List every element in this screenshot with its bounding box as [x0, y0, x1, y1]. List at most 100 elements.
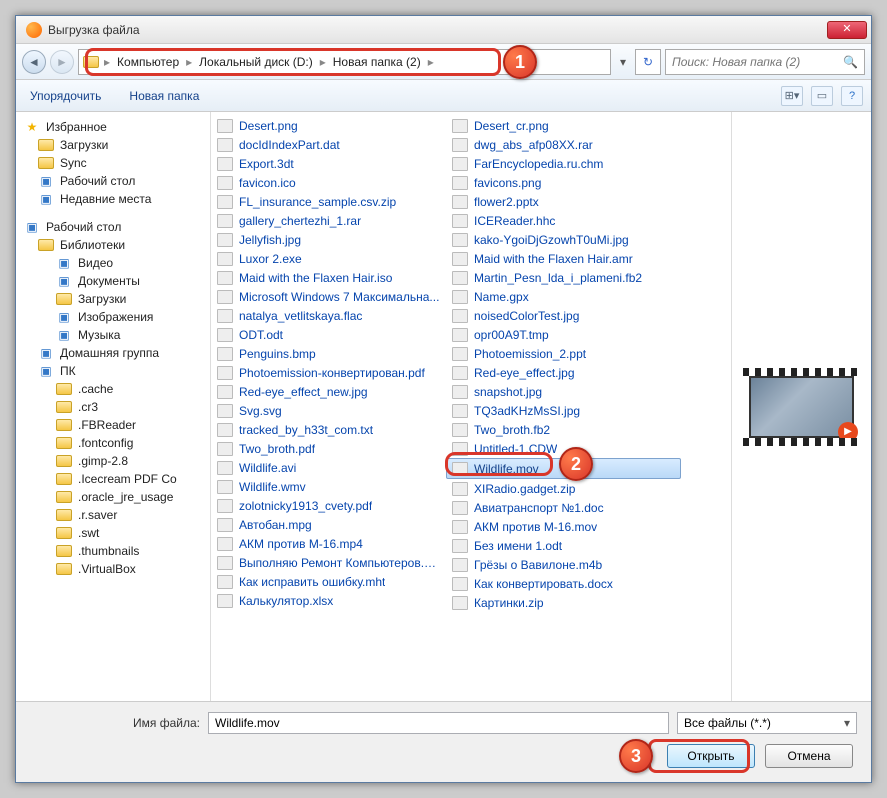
- refresh-button[interactable]: ↻: [635, 49, 661, 75]
- new-folder-button[interactable]: Новая папка: [123, 85, 205, 107]
- file-item[interactable]: Martin_Pesn_lda_i_plameni.fb2: [446, 268, 681, 287]
- file-item[interactable]: Maid with the Flaxen Hair.iso: [211, 268, 446, 287]
- breadcrumb-segment[interactable]: Локальный диск (D:): [195, 53, 317, 71]
- sidebar[interactable]: ★ИзбранноеЗагрузкиSync▣Рабочий стол▣Неда…: [16, 112, 211, 701]
- file-item[interactable]: ICEReader.hhc: [446, 211, 681, 230]
- file-item[interactable]: Untitled-1.CDW: [446, 439, 681, 458]
- file-item[interactable]: Microsoft Windows 7 Максимальна...: [211, 287, 446, 306]
- sidebar-item[interactable]: .cr3: [20, 398, 206, 416]
- file-item[interactable]: Name.gpx: [446, 287, 681, 306]
- file-item[interactable]: Wildlife.wmv: [211, 477, 446, 496]
- search-input[interactable]: [672, 55, 843, 69]
- sidebar-item[interactable]: ▣Домашняя группа: [20, 344, 206, 362]
- file-list[interactable]: Desert.pngdocIdIndexPart.datExport.3dtfa…: [211, 112, 731, 701]
- sidebar-item[interactable]: ▣Недавние места: [20, 190, 206, 208]
- help-button[interactable]: ?: [841, 86, 863, 106]
- close-button[interactable]: ✕: [827, 21, 867, 39]
- sidebar-item[interactable]: ▣Изображения: [20, 308, 206, 326]
- file-item[interactable]: opr00A9T.tmp: [446, 325, 681, 344]
- file-item[interactable]: Без имени 1.odt: [446, 536, 681, 555]
- sidebar-item[interactable]: .VirtualBox: [20, 560, 206, 578]
- file-item[interactable]: Red-eye_effect.jpg: [446, 363, 681, 382]
- file-item[interactable]: АКМ против М-16.mov: [446, 517, 681, 536]
- sidebar-item[interactable]: Загрузки: [20, 136, 206, 154]
- sidebar-item[interactable]: .r.saver: [20, 506, 206, 524]
- sidebar-item[interactable]: Sync: [20, 154, 206, 172]
- file-item[interactable]: TQ3adKHzMsSI.jpg: [446, 401, 681, 420]
- breadcrumb-segment[interactable]: Новая папка (2): [329, 53, 425, 71]
- file-item[interactable]: Export.3dt: [211, 154, 446, 173]
- sidebar-item[interactable]: .gimp-2.8: [20, 452, 206, 470]
- file-item[interactable]: Выполняю Ремонт Компьютеров.png: [211, 553, 446, 572]
- titlebar[interactable]: Выгрузка файла ✕: [16, 16, 871, 44]
- file-item[interactable]: Как исправить ошибку.mht: [211, 572, 446, 591]
- file-item[interactable]: docIdIndexPart.dat: [211, 135, 446, 154]
- file-item[interactable]: favicon.ico: [211, 173, 446, 192]
- file-item[interactable]: Svg.svg: [211, 401, 446, 420]
- open-button[interactable]: Открыть: [667, 744, 755, 768]
- sidebar-item[interactable]: .Icecream PDF Co: [20, 470, 206, 488]
- forward-button[interactable]: ►: [50, 50, 74, 74]
- address-bar[interactable]: ▸Компьютер▸Локальный диск (D:)▸Новая пап…: [78, 49, 611, 75]
- file-item[interactable]: Photoemission-конвертирован.pdf: [211, 363, 446, 382]
- file-item[interactable]: zolotnicky1913_cvety.pdf: [211, 496, 446, 515]
- sidebar-item[interactable]: ▣ПК: [20, 362, 206, 380]
- breadcrumb-segment[interactable]: Компьютер: [113, 53, 183, 71]
- file-type-combo[interactable]: Все файлы (*.*) ▾: [677, 712, 857, 734]
- view-options-button[interactable]: ⊞▾: [781, 86, 803, 106]
- sidebar-item[interactable]: ▣Документы: [20, 272, 206, 290]
- sidebar-item[interactable]: .fontconfig: [20, 434, 206, 452]
- file-item[interactable]: Грёзы о Вавилоне.m4b: [446, 555, 681, 574]
- file-item[interactable]: Картинки.zip: [446, 593, 681, 612]
- filename-input[interactable]: [208, 712, 669, 734]
- file-item[interactable]: Калькулятор.xlsx: [211, 591, 446, 610]
- file-item[interactable]: Luxor 2.exe: [211, 249, 446, 268]
- file-item[interactable]: Jellyfish.jpg: [211, 230, 446, 249]
- sidebar-item[interactable]: ▣Рабочий стол: [20, 218, 206, 236]
- file-item[interactable]: snapshot.jpg: [446, 382, 681, 401]
- folder-icon: [56, 562, 72, 576]
- file-item[interactable]: Авиатранспорт №1.doc: [446, 498, 681, 517]
- file-item[interactable]: Red-eye_effect_new.jpg: [211, 382, 446, 401]
- file-item[interactable]: kako-YgoiDjGzowhT0uMi.jpg: [446, 230, 681, 249]
- cancel-button[interactable]: Отмена: [765, 744, 853, 768]
- file-item[interactable]: noisedColorTest.jpg: [446, 306, 681, 325]
- file-item[interactable]: favicons.png: [446, 173, 681, 192]
- sidebar-item[interactable]: ▣Видео: [20, 254, 206, 272]
- file-item[interactable]: flower2.pptx: [446, 192, 681, 211]
- search-box[interactable]: 🔍: [665, 49, 865, 75]
- sidebar-item[interactable]: .oracle_jre_usage: [20, 488, 206, 506]
- file-item[interactable]: dwg_abs_afp08XX.rar: [446, 135, 681, 154]
- file-item[interactable]: FL_insurance_sample.csv.zip: [211, 192, 446, 211]
- file-item[interactable]: tracked_by_h33t_com.txt: [211, 420, 446, 439]
- file-item[interactable]: Two_broth.pdf: [211, 439, 446, 458]
- file-item[interactable]: natalya_vetlitskaya.flac: [211, 306, 446, 325]
- back-button[interactable]: ◄: [22, 50, 46, 74]
- organize-button[interactable]: Упорядочить: [24, 85, 107, 107]
- preview-pane-button[interactable]: ▭: [811, 86, 833, 106]
- sidebar-item[interactable]: ▣Музыка: [20, 326, 206, 344]
- file-item[interactable]: Desert_cr.png: [446, 116, 681, 135]
- file-item[interactable]: ODT.odt: [211, 325, 446, 344]
- sidebar-item[interactable]: Загрузки: [20, 290, 206, 308]
- file-item[interactable]: FarEncyclopedia.ru.chm: [446, 154, 681, 173]
- file-item[interactable]: Penguins.bmp: [211, 344, 446, 363]
- file-item[interactable]: Wildlife.mov: [446, 458, 681, 479]
- file-item[interactable]: Photoemission_2.ppt: [446, 344, 681, 363]
- file-item[interactable]: АКМ против М-16.mp4: [211, 534, 446, 553]
- file-item[interactable]: gallery_chertezhi_1.rar: [211, 211, 446, 230]
- sidebar-item[interactable]: .swt: [20, 524, 206, 542]
- file-item[interactable]: XIRadio.gadget.zip: [446, 479, 681, 498]
- file-item[interactable]: Автобан.mpg: [211, 515, 446, 534]
- sidebar-item[interactable]: .thumbnails: [20, 542, 206, 560]
- sidebar-item[interactable]: Библиотеки: [20, 236, 206, 254]
- file-item[interactable]: Desert.png: [211, 116, 446, 135]
- file-item[interactable]: Wildlife.avi: [211, 458, 446, 477]
- sidebar-item[interactable]: ▣Рабочий стол: [20, 172, 206, 190]
- file-item[interactable]: Как конвертировать.docx: [446, 574, 681, 593]
- sidebar-item[interactable]: .cache: [20, 380, 206, 398]
- sidebar-item[interactable]: ★Избранное: [20, 118, 206, 136]
- file-item[interactable]: Maid with the Flaxen Hair.amr: [446, 249, 681, 268]
- file-item[interactable]: Two_broth.fb2: [446, 420, 681, 439]
- sidebar-item[interactable]: .FBReader: [20, 416, 206, 434]
